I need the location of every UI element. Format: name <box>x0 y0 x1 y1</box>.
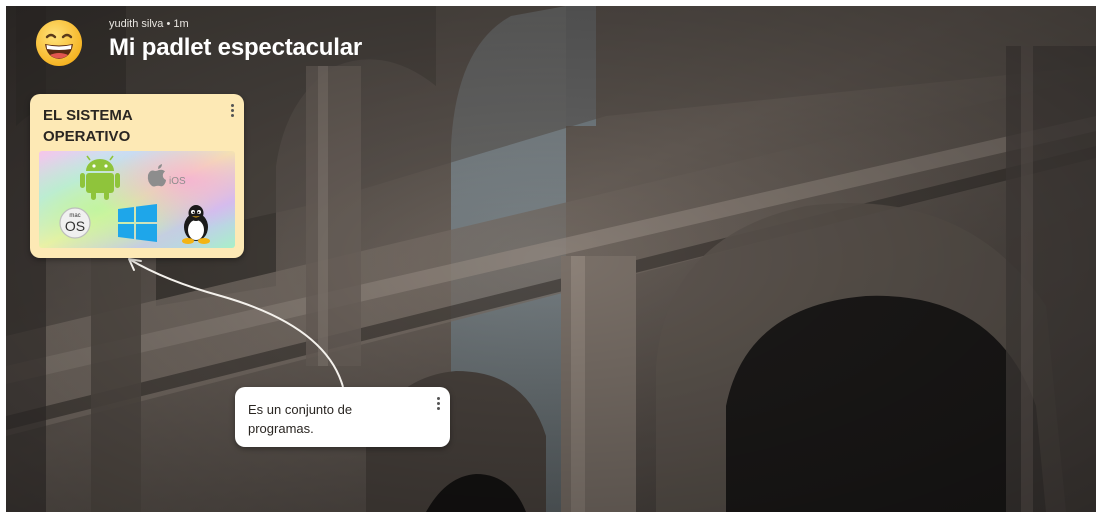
post-meta: yudith silva • 1m <box>109 18 189 30</box>
os-logos-image[interactable]: iOS mac OS <box>39 151 235 248</box>
os-label: OS <box>65 218 85 234</box>
ios-label: iOS <box>169 176 186 187</box>
post-body: Es un conjunto de programas. <box>248 402 353 436</box>
author-name: yudith silva <box>109 18 164 30</box>
macos-icon: mac OS <box>59 207 91 239</box>
post-card-sistema-operativo[interactable]: EL SISTEMA OPERATIVO iOS mac OS <box>30 94 244 258</box>
post-menu-icon[interactable] <box>431 394 445 412</box>
post-title: EL SISTEMA OPERATIVO <box>43 107 133 145</box>
time-ago: 1m <box>173 18 189 30</box>
padlet-canvas: yudith silva • 1m Mi padlet espectacular… <box>6 6 1096 512</box>
post-card-definition[interactable]: Es un conjunto de programas. <box>235 387 450 447</box>
page-title: Mi padlet espectacular <box>109 34 363 61</box>
meta-separator: • <box>166 18 171 30</box>
background-wallpaper <box>6 6 1096 512</box>
post-menu-icon[interactable] <box>225 101 239 119</box>
grinning-face-icon[interactable] <box>34 18 84 68</box>
